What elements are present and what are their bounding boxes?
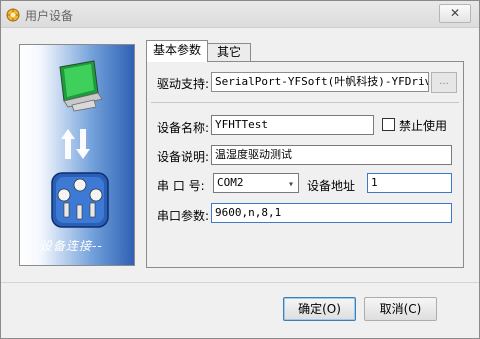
driver-label: 驱动支持: (157, 77, 210, 91)
description-input[interactable]: 温湿度驱动测试 (211, 145, 452, 165)
monitor-icon (59, 60, 103, 112)
browse-driver-button[interactable]: ... (431, 72, 457, 93)
disable-label: 禁止使用 (399, 119, 448, 133)
disable-checkbox[interactable] (382, 118, 395, 131)
device-name-input[interactable]: YFHTTest (211, 115, 374, 135)
serial-params-input[interactable]: 9600,n,8,1 (211, 203, 452, 223)
address-input[interactable]: 1 (367, 173, 452, 193)
serial-params-label: 串口参数: (157, 209, 210, 223)
close-icon: ✕ (449, 6, 461, 20)
port-select-value: COM2 (217, 176, 244, 189)
close-button[interactable]: ✕ (439, 4, 471, 23)
sensor-device-icon (51, 172, 109, 228)
title-bar[interactable]: 用户设备 ✕ (1, 1, 479, 28)
window-title: 用户设备 (25, 9, 74, 23)
port-label: 串 口 号: (157, 179, 205, 193)
divider (151, 102, 459, 103)
tab-basic-params[interactable]: 基本参数 (146, 40, 208, 62)
side-caption: 设备连接-- (40, 239, 103, 253)
footer-divider (1, 282, 479, 283)
tab-other[interactable]: 其它 (207, 43, 251, 62)
device-dialog: 用户设备 ✕ 设备连接-- 基本参数 其它 驱动支持: SerialPort-Y… (0, 0, 480, 339)
bidirectional-arrows-icon (61, 129, 90, 159)
cancel-button[interactable]: 取消(C) (364, 297, 437, 321)
side-banner: 设备连接-- (19, 44, 135, 266)
port-select[interactable]: COM2 ▾ (213, 173, 299, 193)
device-connection-illustration (51, 60, 109, 228)
app-icon (6, 8, 20, 22)
driver-field[interactable]: SerialPort-YFSoft(叶帆科技)-YFDrive (211, 72, 429, 92)
ok-button[interactable]: 确定(O) (283, 297, 356, 321)
description-label: 设备说明: (157, 150, 210, 164)
chevron-down-icon: ▾ (287, 179, 294, 190)
device-name-label: 设备名称: (157, 121, 210, 135)
address-label: 设备地址 (307, 179, 356, 193)
